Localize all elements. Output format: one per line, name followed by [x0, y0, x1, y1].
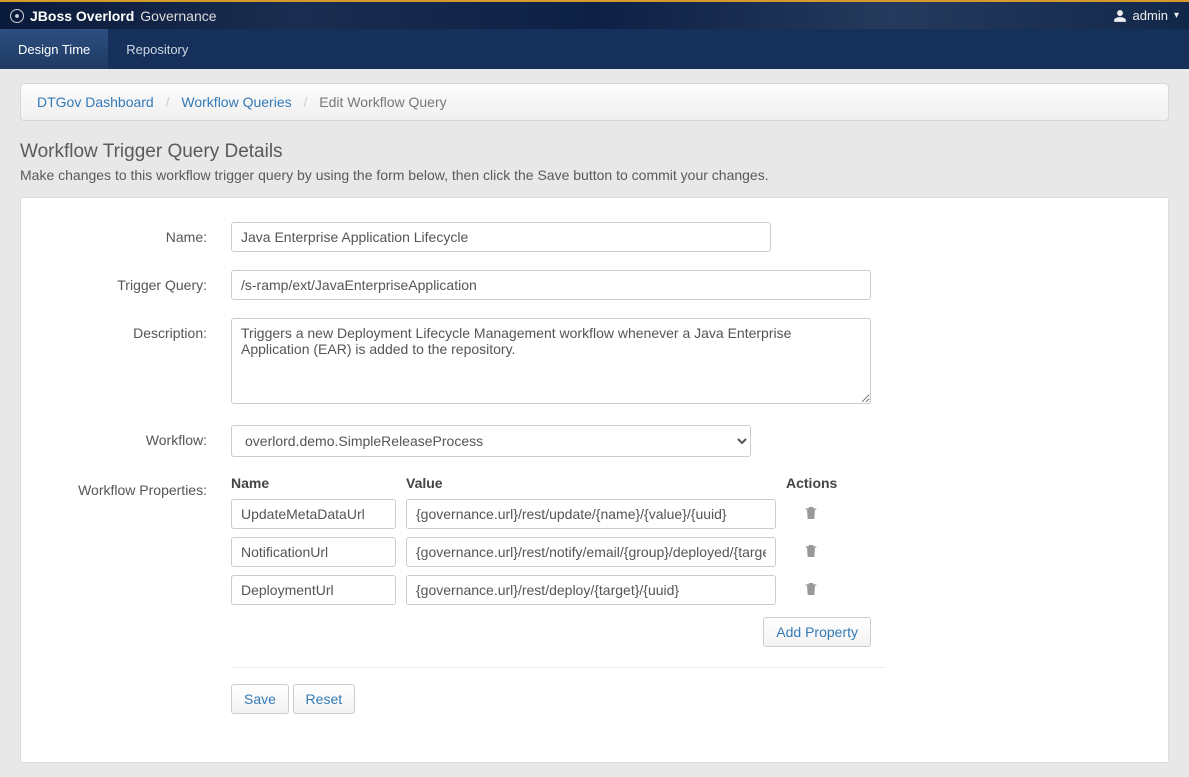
property-name-input[interactable]: [231, 575, 396, 605]
chevron-down-icon: ▾: [1174, 10, 1179, 21]
trigger-query-input[interactable]: [231, 270, 871, 300]
delete-property-button[interactable]: [803, 543, 819, 562]
divider: [231, 667, 886, 668]
page-title: Workflow Trigger Query Details: [20, 141, 1169, 163]
save-button[interactable]: Save: [231, 684, 289, 714]
trash-icon: [803, 581, 819, 597]
brand-bar: JBoss Overlord Governance admin ▾: [0, 0, 1189, 29]
delete-property-button[interactable]: [803, 505, 819, 524]
property-row: [231, 575, 871, 605]
prop-header-actions: Actions: [786, 475, 871, 491]
breadcrumb: DTGov Dashboard / Workflow Queries / Edi…: [20, 83, 1169, 121]
description-textarea[interactable]: [231, 318, 871, 404]
user-name: admin: [1133, 8, 1168, 23]
property-value-input[interactable]: [406, 499, 776, 529]
description-label: Description:: [51, 318, 231, 407]
breadcrumb-current: Edit Workflow Query: [319, 94, 446, 110]
trash-icon: [803, 505, 819, 521]
form-panel: Name: Trigger Query: Description: Workfl…: [20, 197, 1169, 763]
workflow-select[interactable]: overlord.demo.SimpleReleaseProcess: [231, 425, 751, 457]
breadcrumb-dashboard[interactable]: DTGov Dashboard: [37, 94, 154, 110]
property-name-input[interactable]: [231, 537, 396, 567]
prop-header-value: Value: [406, 475, 786, 491]
brand-subtitle: Governance: [140, 8, 216, 24]
property-name-input[interactable]: [231, 499, 396, 529]
trash-icon: [803, 543, 819, 559]
reset-button[interactable]: Reset: [293, 684, 356, 714]
breadcrumb-workflow-queries[interactable]: Workflow Queries: [181, 94, 291, 110]
property-row: [231, 499, 871, 529]
trigger-query-label: Trigger Query:: [51, 270, 231, 300]
prop-header-name: Name: [231, 475, 406, 491]
property-row: [231, 537, 871, 567]
user-icon: [1113, 9, 1127, 23]
property-value-input[interactable]: [406, 575, 776, 605]
page-subtitle: Make changes to this workflow trigger qu…: [20, 167, 1169, 183]
overlord-logo-icon: [10, 9, 24, 23]
breadcrumb-separator: /: [166, 94, 170, 110]
brand-name: JBoss Overlord: [30, 8, 134, 24]
workflow-label: Workflow:: [51, 425, 231, 457]
name-label: Name:: [51, 222, 231, 252]
breadcrumb-separator: /: [304, 94, 308, 110]
property-value-input[interactable]: [406, 537, 776, 567]
user-menu[interactable]: admin ▾: [1113, 8, 1179, 23]
add-property-button[interactable]: Add Property: [763, 617, 871, 647]
delete-property-button[interactable]: [803, 581, 819, 600]
nav-tab-repository[interactable]: Repository: [108, 29, 206, 69]
name-input[interactable]: [231, 222, 771, 252]
nav-tab-design-time[interactable]: Design Time: [0, 29, 108, 69]
nav-bar: Design Time Repository: [0, 29, 1189, 69]
workflow-properties-label: Workflow Properties:: [51, 475, 231, 714]
